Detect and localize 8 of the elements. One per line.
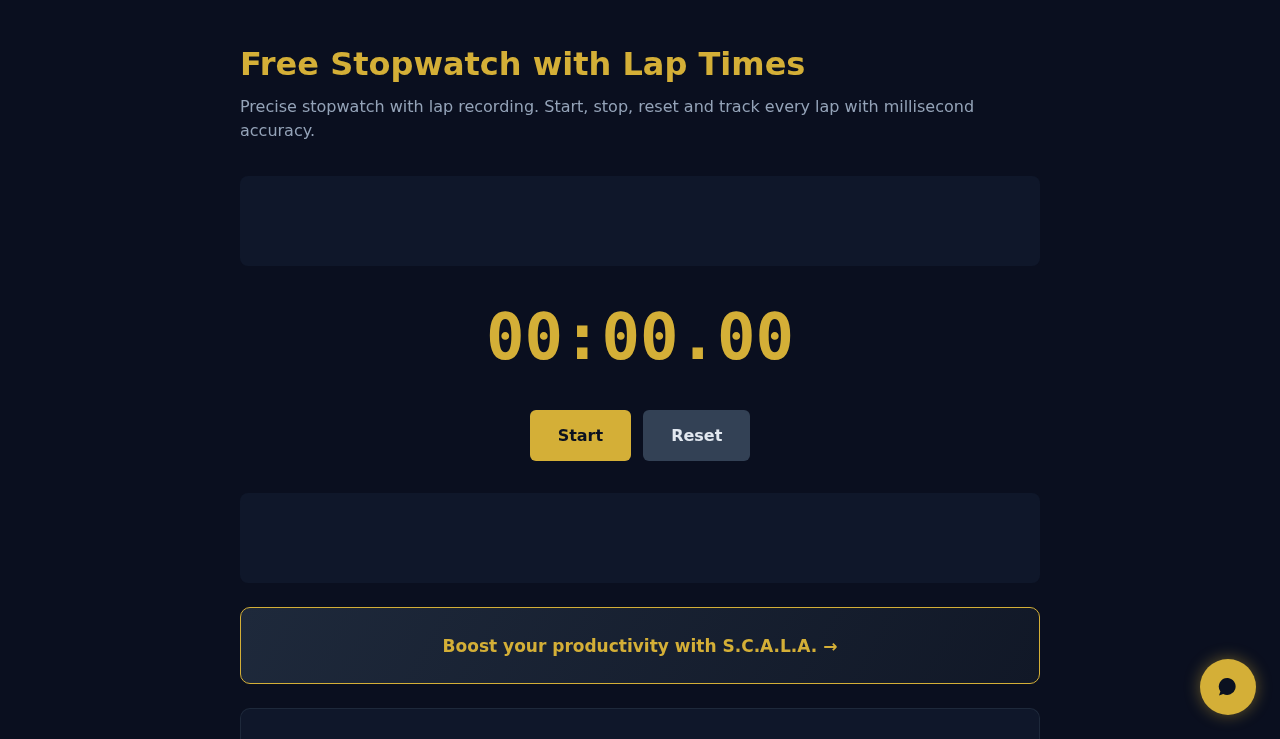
- secondary-button[interactable]: Reset: [643, 410, 751, 461]
- page-title: Free Stopwatch with Lap Times: [240, 44, 807, 84]
- primary-button[interactable]: Start: [529, 410, 632, 461]
- timer-display: 00:00.00: [485, 299, 795, 376]
- promo-link[interactable]: Boost your productivity with S.C.A.L.A. →: [240, 607, 1040, 684]
- page-subtitle: Precise stopwatch with lap recording. Start, stop, reset and track every lap with millisecond accuracy.: [240, 96, 976, 142]
- chat-icon: [1218, 677, 1238, 697]
- chat-button[interactable]: [1200, 659, 1256, 715]
